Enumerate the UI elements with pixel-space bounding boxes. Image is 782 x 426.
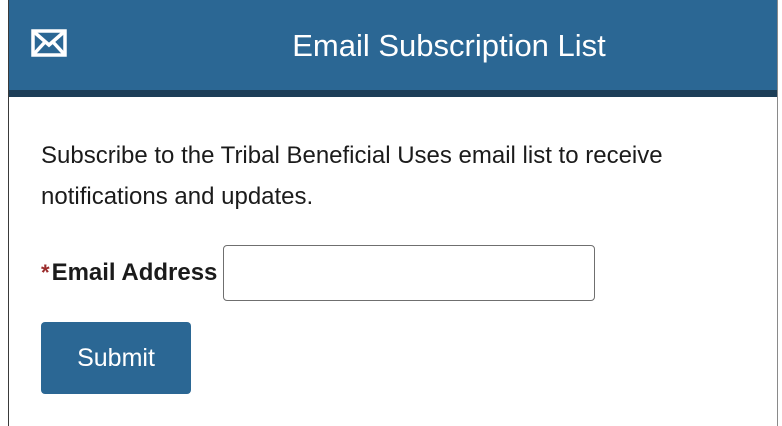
intro-text: Subscribe to the Tribal Beneficial Uses … <box>41 142 663 210</box>
email-field-row: * Email Address <box>41 245 596 301</box>
email-input[interactable] <box>223 245 596 301</box>
required-marker: * <box>41 260 50 285</box>
card-title: Email Subscription List <box>292 28 606 63</box>
submit-button[interactable]: Submit <box>41 322 191 394</box>
card-body: Subscribe to the Tribal Beneficial Uses … <box>41 135 741 394</box>
card-header: Email Subscription List <box>9 0 777 97</box>
email-subscription-card: Email Subscription List Subscribe to the… <box>8 0 778 426</box>
email-label: Email Address <box>51 259 218 286</box>
